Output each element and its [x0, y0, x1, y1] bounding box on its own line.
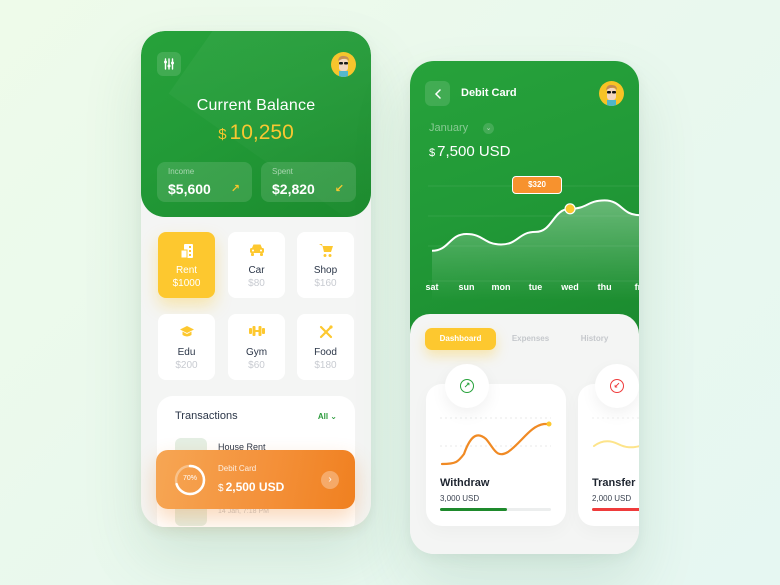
spent-box[interactable]: Spent $2,820 ↙: [261, 162, 356, 202]
arrow-up-right-circle-icon: ↗: [460, 379, 474, 393]
category-edu[interactable]: Edu $200: [158, 314, 215, 380]
user-avatar-icon: [606, 84, 617, 106]
withdraw-badge: ↗: [445, 364, 489, 408]
arrow-up-right-icon: ↗: [230, 183, 240, 195]
chevron-down-icon: ⌄: [330, 412, 337, 421]
tab-panel: Dashboard Expenses History Withdraw 3,00…: [410, 314, 639, 554]
debit-card-header: Debit Card January ⌄ $7,500 USD sat sun …: [410, 61, 639, 341]
currency-symbol: $: [429, 147, 436, 159]
data-point-wed[interactable]: [564, 203, 576, 215]
category-rent[interactable]: Rent $1000: [158, 232, 215, 298]
balance-title: Current Balance: [196, 97, 316, 114]
withdraw-sparkline: [440, 417, 552, 466]
graduation-cap-icon: [158, 325, 215, 341]
currency-symbol: $: [218, 126, 227, 143]
chevron-right-icon: ›: [328, 474, 332, 485]
balance-value: 10,250: [229, 121, 294, 144]
chevron-left-icon: [434, 88, 441, 99]
user-avatar-icon: [338, 55, 349, 77]
category-name: Shop: [313, 265, 338, 276]
card-value: 2,000 USD: [592, 494, 632, 503]
arrow-down-left-icon: ↙: [334, 183, 344, 195]
chart-tooltip: $320: [512, 176, 562, 194]
card-name: Transfer: [592, 477, 636, 489]
tab-expenses[interactable]: Expenses: [502, 328, 559, 350]
tab-dashboard[interactable]: Dashboard: [425, 328, 496, 350]
income-box[interactable]: Income $5,600 ↗: [157, 162, 252, 202]
progress-fill: [592, 508, 639, 511]
transfer-sparkline: [592, 417, 639, 449]
card-value: 3,000 USD: [440, 494, 480, 503]
category-name: Gym: [245, 347, 268, 358]
transaction-date: 14 Jan, 7:18 PM: [218, 508, 269, 515]
progress-track: [440, 508, 551, 511]
sliders-icon: [164, 58, 174, 70]
card-name: Withdraw: [440, 477, 490, 489]
category-value: $1000: [172, 278, 201, 289]
x-tick-label: thu: [598, 282, 612, 292]
user-avatar[interactable]: [331, 52, 356, 77]
category-value: $80: [248, 278, 265, 289]
transactions-filter-dropdown[interactable]: All ⌄: [318, 412, 337, 421]
back-button[interactable]: [425, 81, 450, 106]
utensils-icon: [297, 325, 354, 341]
tab-history[interactable]: History: [566, 328, 623, 350]
progress-fill: [440, 508, 507, 511]
building-icon: [158, 243, 215, 259]
month-selector[interactable]: January: [429, 122, 468, 134]
category-car[interactable]: Car $80: [228, 232, 285, 298]
debit-card-banner[interactable]: 70% Debit Card $2,500 USD ›: [156, 450, 355, 509]
debit-card-amount: $2,500 USD: [218, 480, 284, 494]
spent-label: Spent: [272, 167, 293, 176]
currency-symbol: $: [218, 483, 224, 494]
car-icon: [228, 243, 285, 259]
category-value: $160: [314, 278, 337, 289]
amount-value: 2,500 USD: [225, 480, 285, 494]
withdraw-card[interactable]: Withdraw 3,000 USD: [426, 384, 566, 526]
category-value: $60: [248, 360, 265, 371]
chevron-down-icon[interactable]: ⌄: [483, 123, 494, 134]
transactions-title: Transactions: [175, 410, 238, 422]
debit-card-label: Debit Card: [218, 464, 257, 473]
category-name: Food: [314, 347, 337, 358]
card-amount: $7,500 USD: [429, 143, 511, 160]
x-tick-label: mon: [492, 282, 511, 292]
filter-label: All: [317, 412, 329, 421]
filter-button[interactable]: [157, 52, 181, 76]
arrow-down-left-circle-icon: ↙: [610, 379, 624, 393]
chevron-right-button[interactable]: ›: [321, 471, 339, 489]
debit-card-screen: Debit Card January ⌄ $7,500 USD sat sun …: [410, 61, 639, 554]
category-name: Rent: [175, 265, 198, 276]
category-name: Edu: [177, 347, 196, 358]
balance-card: Current Balance $10,250 Income $5,600 ↗ …: [141, 31, 371, 217]
dumbbell-icon: [228, 325, 285, 341]
income-value: $5,600: [168, 181, 211, 197]
category-name: Car: [248, 265, 265, 276]
x-tick-label: wed: [560, 282, 579, 292]
x-tick-label: sun: [459, 282, 475, 292]
amount-value: 7,500 USD: [437, 143, 511, 160]
cart-icon: [297, 243, 354, 259]
spent-value: $2,820: [272, 181, 315, 197]
progress-label: 70%: [182, 475, 197, 482]
category-value: $180: [314, 360, 337, 371]
transfer-badge: ↙: [595, 364, 639, 408]
screen-title: Debit Card: [461, 87, 517, 99]
x-tick-label: fri: [635, 282, 639, 292]
category-gym[interactable]: Gym $60: [228, 314, 285, 380]
x-tick-label: tue: [529, 282, 543, 292]
progress-track: [592, 508, 639, 511]
x-tick-label: sat: [425, 282, 438, 292]
category-food[interactable]: Food $180: [297, 314, 354, 380]
user-avatar[interactable]: [599, 81, 624, 106]
income-label: Income: [168, 167, 195, 176]
category-value: $200: [175, 360, 198, 371]
category-shop[interactable]: Shop $160: [297, 232, 354, 298]
balance-amount: $10,250: [141, 121, 371, 145]
